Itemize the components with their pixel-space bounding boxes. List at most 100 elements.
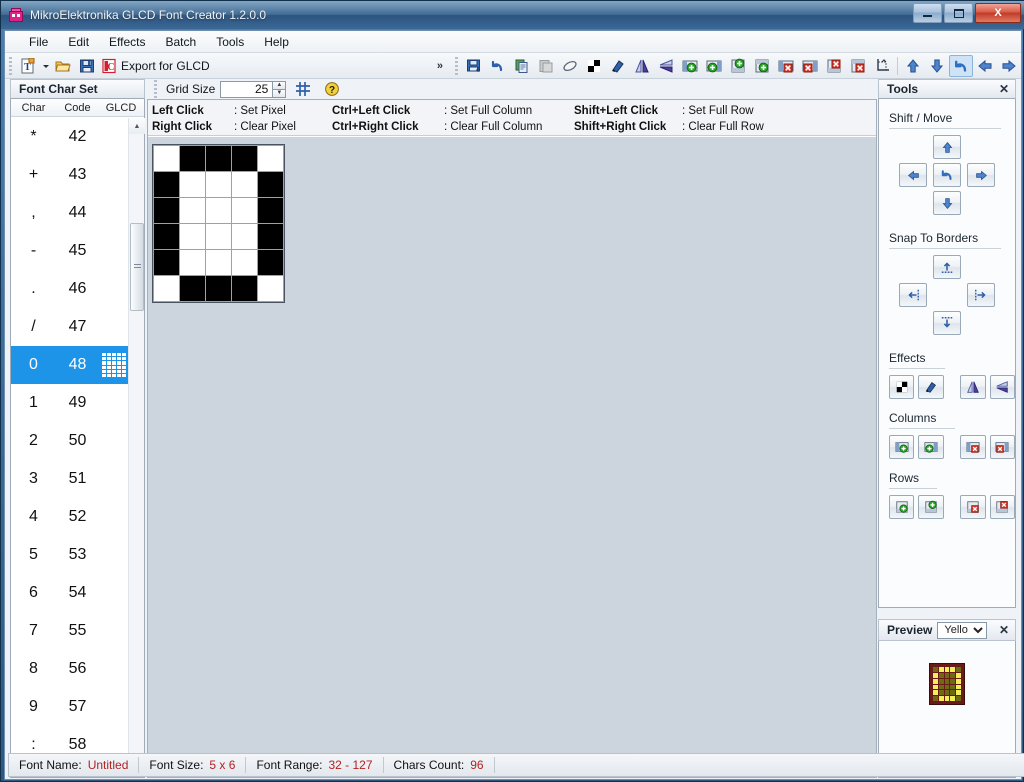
charset-row[interactable]: 452 bbox=[11, 498, 129, 536]
toolbar-overflow-button[interactable]: » bbox=[429, 60, 451, 72]
grid-size-input[interactable] bbox=[220, 81, 272, 98]
glyph-pixel[interactable] bbox=[154, 276, 179, 301]
glyph-pixel[interactable] bbox=[180, 198, 205, 223]
glyph-pixel[interactable] bbox=[180, 276, 205, 301]
insert-row-top-button[interactable] bbox=[726, 55, 750, 77]
save-as-button[interactable] bbox=[462, 55, 486, 77]
tools-close-icon[interactable]: ✕ bbox=[999, 82, 1009, 96]
delete-column-right-button[interactable] bbox=[798, 55, 822, 77]
add-column-right-button[interactable] bbox=[918, 435, 943, 459]
insert-row-bottom-button[interactable] bbox=[750, 55, 774, 77]
glyph-pixel[interactable] bbox=[154, 146, 179, 171]
charset-scrollbar-thumb[interactable] bbox=[130, 223, 144, 311]
reset-button-toolbar[interactable] bbox=[949, 55, 973, 77]
insert-column-right-button[interactable] bbox=[702, 55, 726, 77]
export-for-glcd-button[interactable]: C Export for GLCD bbox=[99, 55, 218, 77]
shift-down-button[interactable] bbox=[933, 191, 961, 215]
glyph-pixel[interactable] bbox=[258, 198, 283, 223]
menu-item-file[interactable]: File bbox=[19, 32, 58, 52]
column-header-char[interactable]: Char bbox=[11, 102, 56, 114]
charset-row[interactable]: 048 bbox=[11, 346, 129, 384]
charset-row[interactable]: 553 bbox=[11, 536, 129, 574]
preview-color-select[interactable]: YellowGreenBlueRedWhite bbox=[937, 622, 987, 639]
menu-item-tools[interactable]: Tools bbox=[206, 32, 254, 52]
add-row-bottom-button[interactable] bbox=[918, 495, 943, 519]
toolbar-grip-2[interactable] bbox=[455, 57, 458, 75]
charset-row[interactable]: 250 bbox=[11, 422, 129, 460]
snap-bottom-button[interactable] bbox=[933, 311, 961, 335]
open-button[interactable] bbox=[51, 55, 75, 77]
glyph-pixel-grid[interactable] bbox=[152, 144, 285, 303]
insert-column-left-button[interactable] bbox=[678, 55, 702, 77]
charset-row[interactable]: 351 bbox=[11, 460, 129, 498]
scroll-up-arrow-icon[interactable]: ▲ bbox=[129, 118, 145, 134]
shift-down-button-toolbar[interactable] bbox=[925, 55, 949, 77]
new-font-button[interactable]: T bbox=[16, 55, 40, 77]
shift-reset-button[interactable] bbox=[933, 163, 961, 187]
grid-size-stepper[interactable]: ▲ ▼ bbox=[220, 81, 286, 98]
glyph-pixel[interactable] bbox=[154, 198, 179, 223]
glyph-pixel[interactable] bbox=[206, 276, 231, 301]
charset-row[interactable]: +43 bbox=[11, 156, 129, 194]
add-column-left-button[interactable] bbox=[889, 435, 914, 459]
charset-scrollbar[interactable]: ▲ ▼ bbox=[128, 118, 144, 777]
column-header-code[interactable]: Code bbox=[56, 102, 99, 114]
charset-row-list[interactable]: *42+43,44-45.46/470481492503514525536547… bbox=[11, 118, 129, 777]
shift-up-button[interactable] bbox=[933, 135, 961, 159]
charset-row[interactable]: /47 bbox=[11, 308, 129, 346]
glyph-pixel[interactable] bbox=[232, 172, 257, 197]
paste-button[interactable] bbox=[534, 55, 558, 77]
invert-button-toolbar[interactable] bbox=[582, 55, 606, 77]
preview-close-icon[interactable]: ✕ bbox=[999, 623, 1009, 637]
menu-item-help[interactable]: Help bbox=[254, 32, 299, 52]
charset-row[interactable]: 957 bbox=[11, 688, 129, 726]
menu-item-edit[interactable]: Edit bbox=[58, 32, 99, 52]
shift-right-button[interactable] bbox=[967, 163, 995, 187]
charset-row[interactable]: 856 bbox=[11, 650, 129, 688]
delete-column-left-button[interactable] bbox=[960, 435, 985, 459]
menu-item-batch[interactable]: Batch bbox=[156, 32, 207, 52]
flip-horizontal-button-toolbar[interactable] bbox=[630, 55, 654, 77]
menu-item-effects[interactable]: Effects bbox=[99, 32, 155, 52]
glyph-pixel[interactable] bbox=[206, 146, 231, 171]
grid-size-increment-button[interactable]: ▲ bbox=[272, 81, 286, 89]
charset-row[interactable]: 149 bbox=[11, 384, 129, 422]
charset-row[interactable]: ,44 bbox=[11, 194, 129, 232]
glyph-pixel[interactable] bbox=[180, 146, 205, 171]
glyph-pixel[interactable] bbox=[258, 224, 283, 249]
delete-row-bottom-button[interactable] bbox=[846, 55, 870, 77]
glyph-pixel[interactable] bbox=[154, 172, 179, 197]
invert-button[interactable] bbox=[889, 375, 914, 399]
snap-top-button[interactable] bbox=[933, 255, 961, 279]
flip-vertical-button-toolbar[interactable] bbox=[654, 55, 678, 77]
delete-row-top-button[interactable] bbox=[822, 55, 846, 77]
glyph-pixel[interactable] bbox=[206, 224, 231, 249]
glyph-pixel[interactable] bbox=[206, 250, 231, 275]
maximize-button[interactable] bbox=[944, 3, 973, 23]
glyph-pixel[interactable] bbox=[258, 146, 283, 171]
charset-row[interactable]: *42 bbox=[11, 118, 129, 156]
glyph-pixel[interactable] bbox=[258, 250, 283, 275]
close-button[interactable]: X bbox=[975, 3, 1021, 23]
shift-up-button-toolbar[interactable] bbox=[901, 55, 925, 77]
shift-left-button-toolbar[interactable] bbox=[973, 55, 997, 77]
glyph-pixel[interactable] bbox=[154, 224, 179, 249]
undo-button[interactable] bbox=[486, 55, 510, 77]
fill-button[interactable] bbox=[918, 375, 943, 399]
charset-row[interactable]: -45 bbox=[11, 232, 129, 270]
copy-button[interactable] bbox=[510, 55, 534, 77]
crop-button[interactable] bbox=[870, 55, 894, 77]
add-row-top-button[interactable] bbox=[889, 495, 914, 519]
delete-column-left-button[interactable] bbox=[774, 55, 798, 77]
toggle-grid-button[interactable] bbox=[291, 78, 315, 100]
glyph-pixel[interactable] bbox=[232, 224, 257, 249]
delete-row-top-button[interactable] bbox=[960, 495, 985, 519]
eraser-button[interactable] bbox=[558, 55, 582, 77]
glyph-pixel[interactable] bbox=[180, 250, 205, 275]
fill-button-toolbar[interactable] bbox=[606, 55, 630, 77]
glyph-pixel[interactable] bbox=[232, 198, 257, 223]
help-button[interactable]: ? bbox=[320, 78, 344, 100]
glyph-pixel[interactable] bbox=[206, 172, 231, 197]
glyph-pixel[interactable] bbox=[180, 172, 205, 197]
column-header-glcd[interactable]: GLCD bbox=[99, 102, 143, 114]
